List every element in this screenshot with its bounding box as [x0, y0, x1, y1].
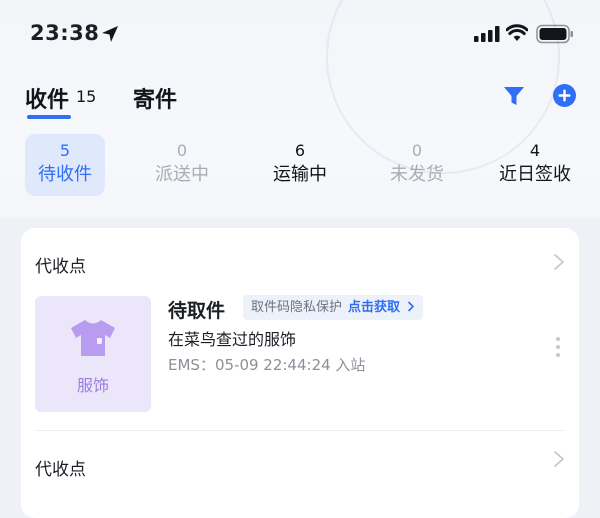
package-thumbnail[interactable]: 服饰	[35, 296, 151, 412]
divider	[35, 430, 565, 431]
section-title[interactable]: 代收点	[35, 252, 86, 277]
wifi-icon	[506, 24, 528, 41]
active-tab-indicator	[27, 115, 71, 119]
chevron-right-icon	[408, 301, 415, 312]
privacy-text: 取件码隐私保护	[251, 300, 343, 315]
package-meta: EMS：05-09 22:44:24 入站	[168, 356, 366, 374]
status-label: 派送中	[155, 164, 209, 185]
package-card: 代收点 服饰 待取件 取件码隐私保护 点击获取 在菜鸟查过的服饰 EMS：05-0…	[21, 228, 579, 518]
filter-icon[interactable]	[503, 85, 525, 107]
tab-receive-count: 15	[76, 87, 97, 106]
status-label: 未发货	[390, 164, 444, 185]
add-icon[interactable]	[553, 84, 576, 107]
status-in-transit[interactable]: 6 运输中	[260, 134, 340, 196]
more-vertical-icon[interactable]	[554, 336, 562, 358]
status-recently-signed[interactable]: 4 近日签收	[490, 134, 580, 196]
status-count: 6	[294, 141, 306, 160]
location-arrow-icon	[102, 26, 118, 42]
status-time: 23:38	[30, 21, 100, 45]
thumbnail-label: 服饰	[76, 376, 109, 395]
privacy-code-tag[interactable]: 取件码隐私保护 点击获取	[243, 295, 424, 320]
status-pending-pickup[interactable]: 5 待收件	[25, 134, 105, 196]
chevron-right-icon[interactable]	[553, 253, 565, 271]
section-title[interactable]: 代收点	[35, 455, 86, 480]
status-label: 近日签收	[499, 164, 571, 185]
status-delivering[interactable]: 0 派送中	[142, 134, 222, 196]
package-status: 待取件	[168, 300, 226, 322]
status-label: 待收件	[38, 164, 92, 185]
status-not-shipped[interactable]: 0 未发货	[377, 134, 457, 196]
cellular-signal-icon	[474, 26, 500, 42]
status-count: 0	[176, 141, 188, 160]
tab-send[interactable]: 寄件	[133, 82, 177, 114]
status-count: 5	[59, 141, 71, 160]
chevron-right-icon[interactable]	[553, 450, 565, 468]
get-code-link[interactable]: 点击获取	[348, 300, 400, 315]
status-count: 0	[411, 141, 423, 160]
tab-receive[interactable]: 收件	[25, 82, 69, 114]
status-label: 运输中	[273, 164, 327, 185]
status-count: 4	[529, 141, 541, 160]
shirt-icon	[71, 320, 115, 356]
package-description: 在菜鸟查过的服饰	[168, 330, 297, 349]
battery-icon	[536, 24, 573, 44]
